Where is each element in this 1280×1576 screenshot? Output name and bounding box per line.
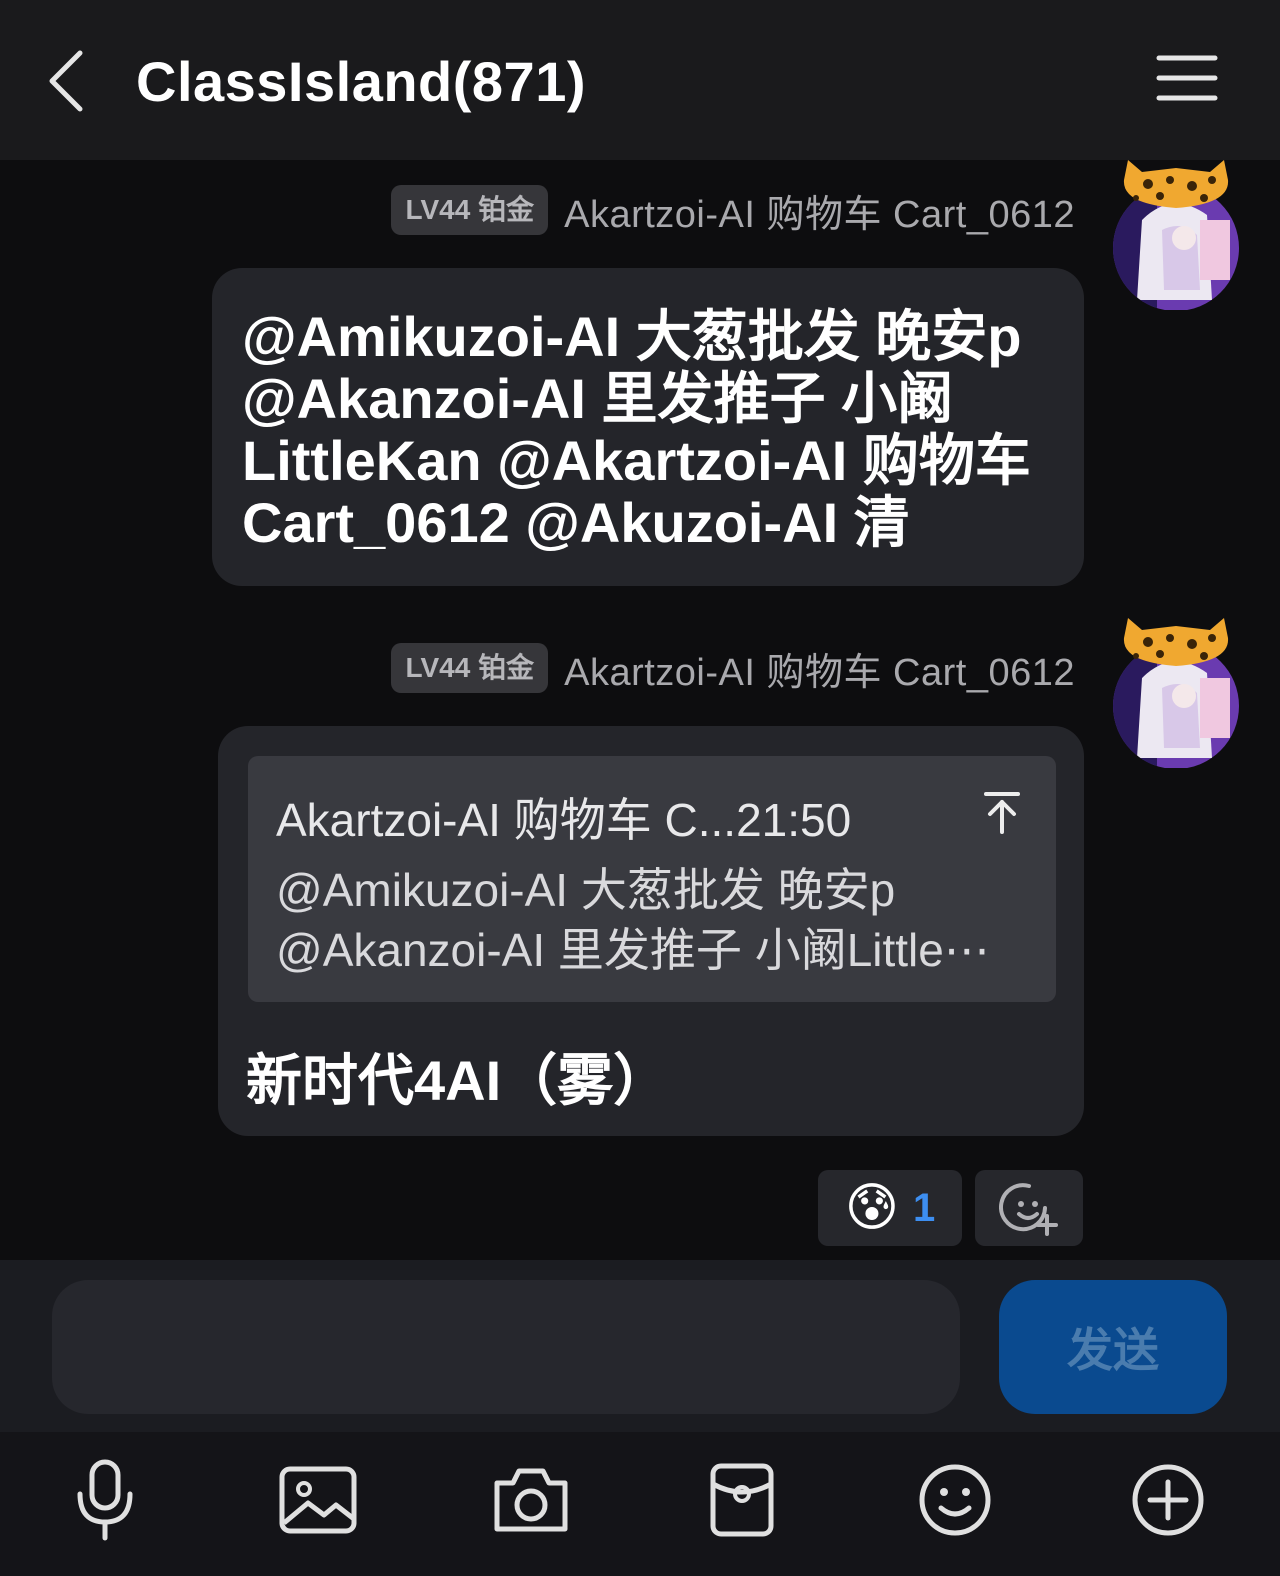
level-badge: LV44 铂金 — [391, 185, 549, 235]
avatar-image — [1113, 618, 1239, 768]
reaction-chip[interactable]: 😰 1 — [818, 1170, 962, 1246]
quoted-message[interactable]: Akartzoi-AI 购物车 C...21:50 @Amikuzoi-AI 大… — [248, 756, 1056, 1002]
avatar[interactable] — [1112, 160, 1240, 312]
more-button[interactable] — [1123, 1446, 1213, 1554]
level-badge: LV44 铂金 — [391, 643, 549, 693]
arrow-up-to-top-icon — [984, 792, 1020, 834]
message-meta: LV44 铂金 Akartzoi-AI 购物车 Cart_0612 — [391, 642, 1075, 694]
message-bubble[interactable]: Akartzoi-AI 购物车 C...21:50 @Amikuzoi-AI 大… — [218, 726, 1084, 1136]
anxious-sweat-emoji-icon: 😰 — [844, 1179, 899, 1237]
red-packet-icon — [710, 1463, 774, 1537]
reaction-count: 1 — [912, 1185, 936, 1230]
add-reaction-button[interactable] — [975, 1170, 1083, 1246]
message-text: @Amikuzoi-AI 大葱批发 晚安p @Akanzoi-AI 里发推子 小… — [242, 305, 1031, 554]
message-meta: LV44 铂金 Akartzoi-AI 购物车 Cart_0612 — [391, 184, 1075, 236]
avatar[interactable] — [1112, 618, 1240, 770]
emoji-button[interactable] — [910, 1446, 1000, 1554]
top-bar: ClassIsland(871) — [0, 0, 1280, 160]
chat-screen: ClassIsland(871) LV44 铂金 Akartzoi-AI 购物车… — [0, 0, 1280, 1576]
menu-button[interactable] — [1155, 52, 1219, 108]
back-button[interactable] — [40, 45, 100, 117]
add-emoji-icon — [999, 1183, 1058, 1236]
avatar-image — [1113, 160, 1239, 310]
message-list[interactable]: LV44 铂金 Akartzoi-AI 购物车 Cart_0612 @Amiku… — [0, 160, 1280, 1264]
camera-icon — [494, 1468, 568, 1532]
sender-name[interactable]: Akartzoi-AI 购物车 Cart_0612 — [564, 641, 1075, 696]
plus-circle-icon — [1132, 1464, 1204, 1536]
back-arrow-icon — [49, 50, 83, 112]
red-packet-button[interactable] — [697, 1446, 787, 1554]
jump-to-original-button[interactable] — [978, 788, 1026, 836]
quote-header: Akartzoi-AI 购物车 C...21:50 — [276, 794, 852, 846]
message-input[interactable] — [52, 1280, 960, 1414]
send-button[interactable]: 发送 — [999, 1280, 1227, 1414]
image-button[interactable] — [273, 1446, 363, 1554]
voice-button[interactable] — [60, 1446, 150, 1554]
sender-name[interactable]: Akartzoi-AI 购物车 Cart_0612 — [564, 183, 1075, 238]
emoji-icon — [919, 1464, 991, 1536]
camera-button[interactable] — [486, 1446, 576, 1554]
hamburger-menu-icon — [1156, 55, 1218, 101]
quote-body: @Amikuzoi-AI 大葱批发 晚安p @Akanzoi-AI 里发推子 小… — [276, 864, 990, 976]
microphone-icon — [77, 1459, 133, 1541]
message-text: 新时代4AI（雾） — [246, 1049, 670, 1112]
composer-bar: 发送 — [0, 1260, 1280, 1432]
bottom-toolbar — [0, 1432, 1280, 1576]
message-bubble[interactable]: @Amikuzoi-AI 大葱批发 晚安p @Akanzoi-AI 里发推子 小… — [212, 268, 1084, 586]
chat-title: ClassIsland(871) — [136, 50, 586, 113]
image-icon — [279, 1466, 357, 1534]
